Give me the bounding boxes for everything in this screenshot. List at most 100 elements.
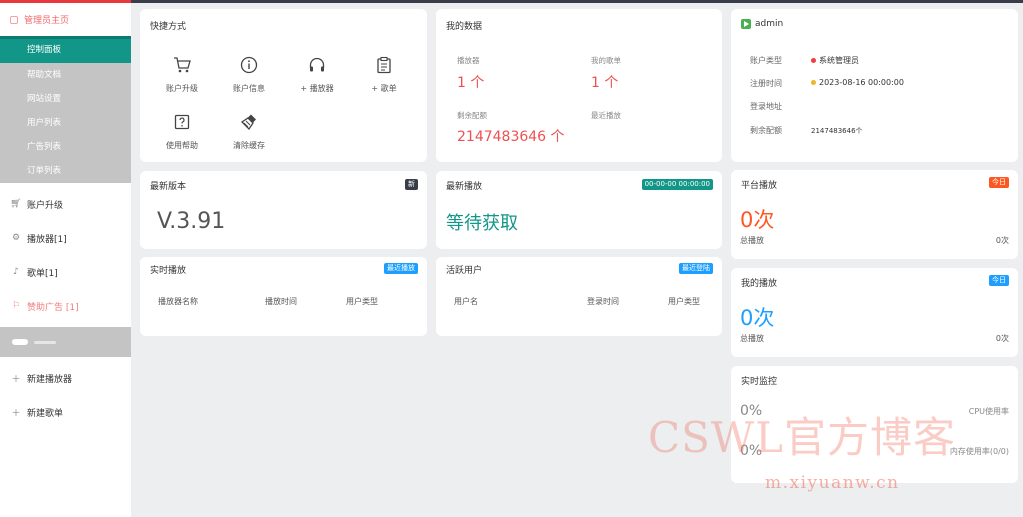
top-bar [0,0,1023,3]
quota-label: 剩余配额 [457,111,487,120]
latest-version-card: 最新版本 新 V.3.91 [140,171,427,249]
playlists-label: 我的歌单 [591,56,621,65]
shortcut-label: + 歌单 [371,84,397,93]
playlists-value: 1 个 [591,75,619,91]
active-users-card: 活跃用户 最近登陆 用户名 登录时间 用户类型 [436,257,722,336]
account-header: admin [741,19,783,29]
sidebar-item-dashboard[interactable]: 控制面板 [0,36,131,63]
plus-icon: ＋ [11,408,21,419]
sidebar-user[interactable] [0,327,131,357]
status-dot [811,80,816,85]
latest-play-value: 等待获取 [446,213,518,234]
sidebar-item-ad-list[interactable]: 广告列表 [0,135,131,159]
flag-icon: ⚐ [11,301,21,311]
avatar [12,339,28,345]
total-play-label: 总播放 [740,334,764,343]
music-icon: ♪ [13,267,19,277]
card-title: 我的播放 [741,279,778,289]
sidebar-item-upgrade[interactable]: 🛒︎ 账户升级 [0,187,131,221]
card-title: 活跃用户 [446,266,483,276]
register-time-label: 注册时间 [750,79,782,88]
memory-usage-label: 内存使用率(0/0) [949,447,1009,456]
sidebar-item-site-settings[interactable]: 网站设置 [0,87,131,111]
card-title: 实时监控 [741,377,778,387]
account-username: admin [755,19,784,29]
shortcut-help[interactable]: 使用帮助 [152,113,212,151]
home-icon [10,15,18,24]
sidebar-submenu: 控制面板 帮助文档 网站设置 用户列表 广告列表 订单列表 [0,36,131,183]
sidebar-item-label: 赞助广告 [1] [27,302,79,313]
recent-play-label: 最近播放 [591,111,621,120]
total-play-value: 0次 [995,334,1009,343]
sidebar-item-new-playlist[interactable]: ＋ 新建歌单 [0,395,131,429]
shortcut-label: 账户信息 [233,84,265,93]
column-header: 用户类型 [346,297,378,306]
shortcut-label: 账户升级 [166,84,198,93]
watermark-url: m.xiyuanw.cn [765,473,900,493]
shortcut-add-player[interactable]: + 播放器 [287,56,347,94]
quota-value: 2147483646 个 [457,129,565,145]
gear-icon: ⚙ [11,233,21,243]
account-type-label: 账户类型 [750,56,782,65]
platform-play-count: 0次 [740,208,775,232]
recent-login-badge: 最近登陆 [679,263,713,274]
account-quota-text: 2147483646个 [811,127,863,135]
today-badge: 今日 [989,177,1009,188]
cart-icon: 🛒︎ [10,199,22,209]
sidebar-title-label: 管理员主页 [24,16,70,26]
broom-icon [240,114,256,131]
shortcut-clear-cache[interactable]: 清除缓存 [219,113,279,151]
sidebar-item-user-list[interactable]: 用户列表 [0,111,131,135]
column-header: 播放器名称 [158,297,198,306]
info-icon [240,56,258,74]
recent-play-badge: 最近播放 [384,263,418,274]
latest-play-card: 最新播放 00-00-00 00:00:00 等待获取 [436,171,722,249]
account-type-text: 系统管理员 [819,56,859,65]
cpu-usage-label: CPU使用率 [968,407,1009,416]
sidebar-item-playlists[interactable]: ♪ 歌单[1] [0,255,131,289]
shortcut-label: 清除缓存 [233,141,265,150]
new-badge: 新 [405,179,418,190]
sidebar-item-players[interactable]: ⚙ 播放器[1] [0,221,131,255]
sidebar-title[interactable]: 管理员主页 [0,3,131,36]
login-address-label: 登录地址 [750,102,782,111]
card-title: 平台播放 [741,181,778,191]
column-header: 播放时间 [265,297,297,306]
my-play-card: 我的播放 今日 0次 总播放 0次 [731,268,1018,357]
card-title: 快捷方式 [150,22,187,32]
sidebar-item-new-player[interactable]: ＋ 新建播放器 [0,361,131,395]
sidebar: 管理员主页 控制面板 帮助文档 网站设置 用户列表 广告列表 订单列表 🛒︎ 账… [0,3,131,517]
sidebar-item-label: 账户升级 [27,200,64,211]
column-header: 用户类型 [668,297,700,306]
clipboard-icon [377,56,391,74]
sidebar-item-label: 播放器[1] [27,234,67,245]
today-badge: 今日 [989,275,1009,286]
shortcut-account-info[interactable]: 账户信息 [219,56,279,94]
shortcut-add-playlist[interactable]: + 歌单 [354,56,414,94]
account-quota-label: 剩余配额 [750,126,782,135]
card-title: 我的数据 [446,22,483,32]
players-value: 1 个 [457,75,485,91]
my-play-count: 0次 [740,306,775,330]
column-header: 登录时间 [587,297,619,306]
total-play-label: 总播放 [740,236,764,245]
shortcut-label: 使用帮助 [166,141,198,150]
watermark-text: CSWL官方博客 [648,413,956,462]
sidebar-item-label: 新建歌单 [27,408,64,419]
register-time-value: 2023-08-16 00:00:00 [811,78,904,87]
shortcut-label: + 播放器 [300,84,334,93]
app-logo-icon [741,19,751,29]
sidebar-item-order-list[interactable]: 订单列表 [0,159,131,183]
column-header: 用户名 [454,297,478,306]
sidebar-item-help-docs[interactable]: 帮助文档 [0,63,131,87]
shortcut-upgrade[interactable]: 账户升级 [152,56,212,94]
card-title: 实时播放 [150,266,187,276]
help-icon [174,114,190,130]
shortcuts-card: 快捷方式 账户升级 账户信息 + 播放器 + 歌单 使用帮助 清除缓存 [140,9,427,162]
sidebar-item-label: 歌单[1] [27,268,58,279]
sidebar-item-ads[interactable]: ⚐ 赞助广告 [1] [0,289,131,323]
my-data-card: 我的数据 播放器 1 个 我的歌单 1 个 剩余配额 2147483646 个 … [436,9,722,162]
user-name-placeholder [34,340,56,344]
register-time-text: 2023-08-16 00:00:00 [819,78,904,87]
account-card: admin 账户类型 系统管理员 注册时间 2023-08-16 00:00:0… [731,9,1018,162]
